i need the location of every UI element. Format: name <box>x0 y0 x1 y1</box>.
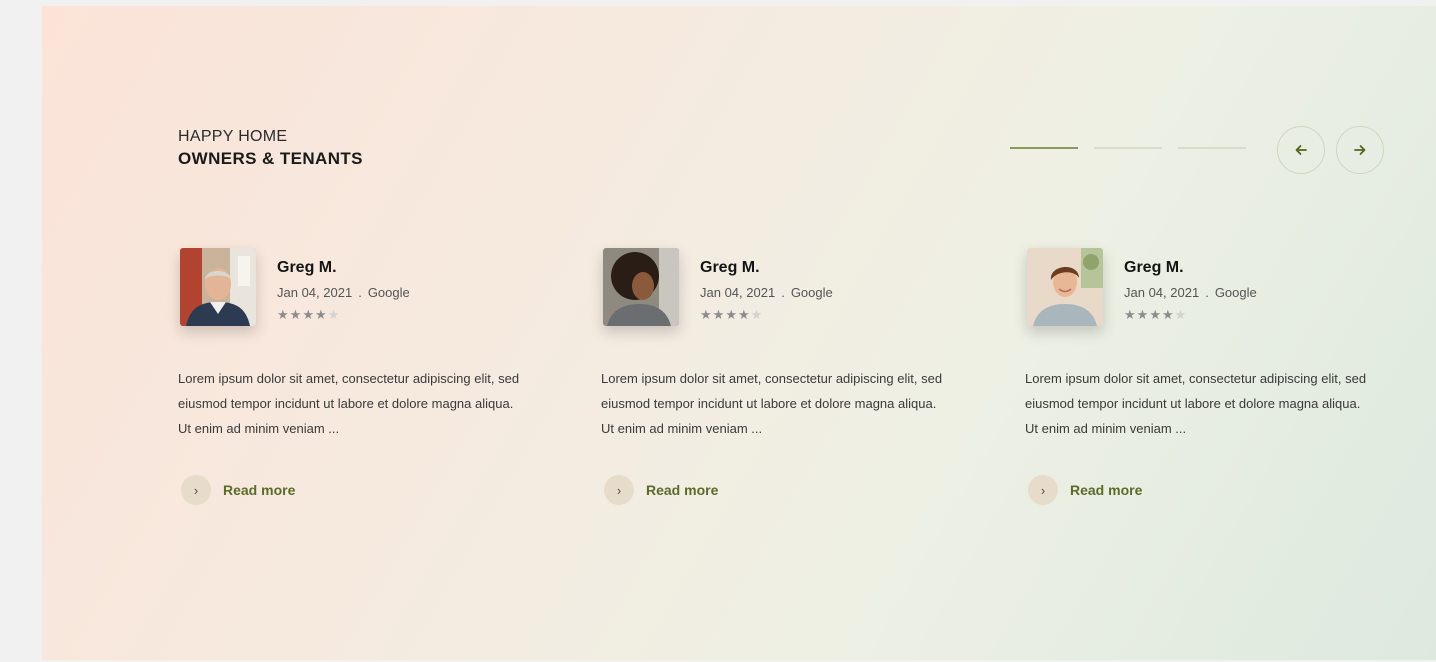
read-more-label: Read more <box>1070 482 1143 498</box>
star-icon: ★ <box>1136 307 1150 322</box>
review-source: Google <box>790 285 833 300</box>
arrow-right-icon <box>1354 145 1366 155</box>
testimonials-section: HAPPY HOME OWNERS & TENANTS Greg M. Jan … <box>42 6 1436 660</box>
star-empty-icon: ★ <box>1174 307 1188 322</box>
meta-separator: . <box>1205 285 1209 300</box>
star-icon: ★ <box>302 307 315 322</box>
review-text: Lorem ipsum dolor sit amet, consectetur … <box>1025 371 1367 436</box>
star-rating: ★★★★★ <box>700 307 833 323</box>
star-icon: ★ <box>1149 307 1162 322</box>
review-date: Jan 04, 2021 <box>1124 285 1200 300</box>
pager-bar-2[interactable] <box>1094 147 1162 149</box>
star-icon: ★ <box>277 307 290 322</box>
read-more-label: Read more <box>223 482 296 498</box>
pager-bar-1[interactable] <box>1010 147 1078 149</box>
chevron-right-icon: › <box>1028 475 1058 505</box>
pager-bar-3[interactable] <box>1178 147 1246 149</box>
avatar-photo-woman-smiling <box>1027 248 1103 326</box>
reviewer-meta: Greg M. Jan 04, 2021. Google ★★★★★ <box>277 257 410 323</box>
star-icon: ★ <box>1124 307 1137 322</box>
review-source: Google <box>367 285 410 300</box>
avatar <box>603 248 679 326</box>
meta-separator: . <box>781 285 785 300</box>
read-more-link[interactable]: › Read more <box>181 475 295 505</box>
reviewer-name: Greg M. <box>277 259 337 276</box>
review-text: Lorem ipsum dolor sit amet, consectetur … <box>178 371 520 436</box>
section-heading: HAPPY HOME OWNERS & TENANTS <box>178 127 363 171</box>
next-button[interactable] <box>1336 126 1384 174</box>
reviewer-name: Greg M. <box>1124 259 1184 276</box>
reviewer-meta: Greg M. Jan 04, 2021. Google ★★★★★ <box>700 257 833 323</box>
star-icon: ★ <box>712 307 726 322</box>
read-more-link[interactable]: › Read more <box>604 475 718 505</box>
avatar-photo-man <box>180 248 256 326</box>
chevron-right-icon: › <box>604 475 634 505</box>
section-eyebrow: HAPPY HOME <box>178 128 288 145</box>
prev-button[interactable] <box>1277 126 1325 174</box>
read-more-label: Read more <box>646 482 719 498</box>
star-empty-icon: ★ <box>750 307 764 322</box>
star-icon: ★ <box>725 307 738 322</box>
chevron-right-icon: › <box>181 475 211 505</box>
review-date-line: Jan 04, 2021. Google <box>700 284 833 301</box>
section-title: OWNERS & TENANTS <box>178 149 363 168</box>
avatar-photo-woman-curly <box>603 248 679 326</box>
review-date: Jan 04, 2021 <box>277 285 353 300</box>
star-icon: ★ <box>1161 307 1175 322</box>
reviewer-meta: Greg M. Jan 04, 2021. Google ★★★★★ <box>1124 257 1257 323</box>
star-icon: ★ <box>737 307 751 322</box>
star-icon: ★ <box>700 307 713 322</box>
reviewer-name: Greg M. <box>700 259 760 276</box>
read-more-link[interactable]: › Read more <box>1028 475 1142 505</box>
star-icon: ★ <box>314 307 328 322</box>
review-date: Jan 04, 2021 <box>700 285 776 300</box>
review-source: Google <box>1214 285 1257 300</box>
meta-separator: . <box>358 285 362 300</box>
review-date-line: Jan 04, 2021. Google <box>277 284 410 301</box>
review-date-line: Jan 04, 2021. Google <box>1124 284 1257 301</box>
carousel-pager <box>1010 147 1246 149</box>
avatar <box>1027 248 1103 326</box>
page: HAPPY HOME OWNERS & TENANTS Greg M. Jan … <box>0 0 1436 662</box>
review-text: Lorem ipsum dolor sit amet, consectetur … <box>601 371 943 436</box>
arrow-left-icon <box>1295 145 1307 155</box>
star-icon: ★ <box>289 307 303 322</box>
star-rating: ★★★★★ <box>277 307 410 323</box>
star-empty-icon: ★ <box>327 307 341 322</box>
avatar <box>180 248 256 326</box>
star-rating: ★★★★★ <box>1124 307 1257 323</box>
